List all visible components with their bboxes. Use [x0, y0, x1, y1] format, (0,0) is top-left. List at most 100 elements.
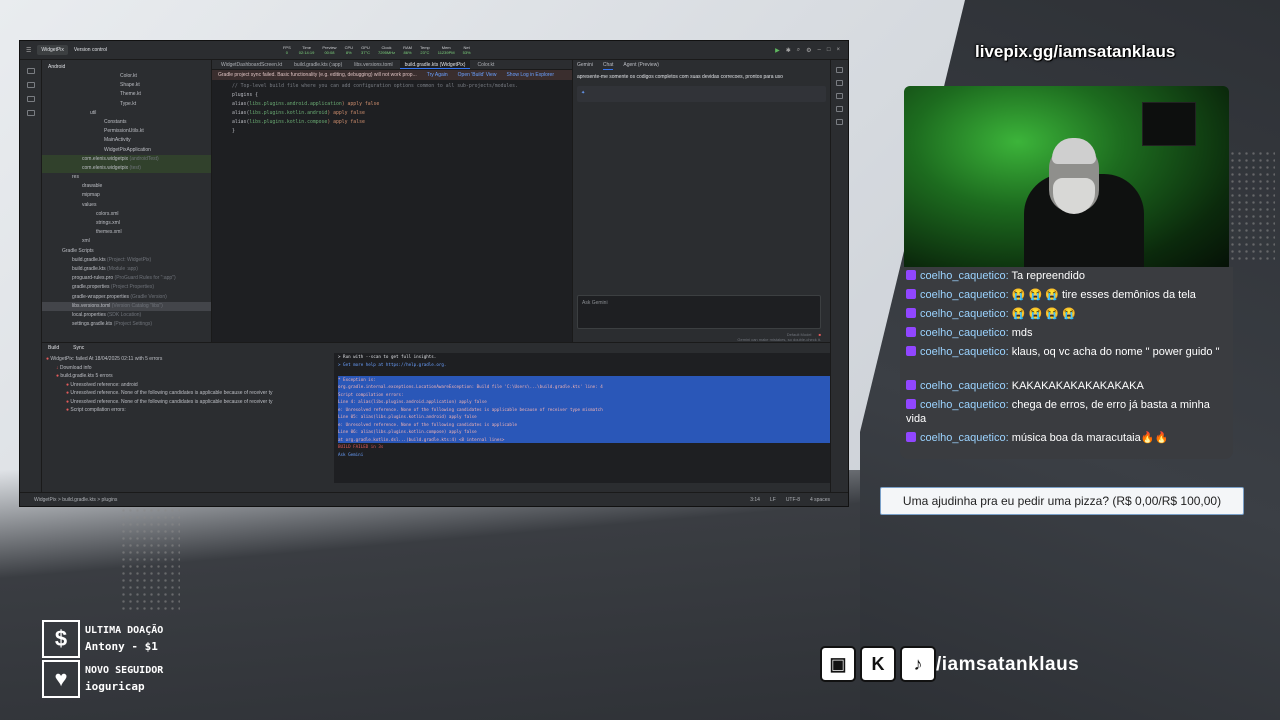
code-text: } [232, 129, 235, 134]
build-tree-item[interactable]: ● WidgetPix: failed At 18/04/2025 02:11 … [42, 355, 332, 364]
social-icons: ▣ K ♪ [820, 646, 936, 682]
folder-icon[interactable] [26, 68, 35, 74]
tree-item[interactable]: com.elenis.widgetpix (androidTest) [42, 154, 211, 164]
tree-item[interactable]: Gradle Scripts [42, 247, 211, 256]
open-build-view-link[interactable]: Open 'Build' View [458, 70, 497, 80]
tree-item[interactable]: MainActivity [42, 136, 211, 145]
stat-item: Preview 00:08 [322, 45, 336, 55]
build-output-console[interactable]: > Run with --scan to get full insights. >… [334, 353, 830, 483]
build-tree-item[interactable]: ● build.gradle.kts 5 errors [42, 372, 332, 381]
tree-item[interactable]: PermissionUtils.kt [42, 127, 211, 136]
tree-item[interactable]: xml [42, 237, 211, 246]
tree-item[interactable]: res [42, 173, 211, 182]
tree-item[interactable]: Constants [42, 118, 211, 127]
editor-tab[interactable]: WidgetDashboardScreen.kt [216, 60, 287, 69]
tab-build[interactable]: Build [48, 343, 59, 353]
gemini-tabs: Gemini Chat Agent (Preview) [573, 60, 830, 70]
stat-item: Clock 7295MHz [378, 45, 395, 55]
tree-item[interactable]: build.gradle.kts (Project: WidgetPix) [42, 256, 211, 265]
tree-item[interactable]: strings.xml [42, 219, 211, 228]
chat-box: coelho_caquetico: Ta repreendido coelho_c… [900, 267, 1233, 459]
search-icon[interactable]: ⌕ [797, 47, 800, 54]
running-devices-icon[interactable] [836, 119, 843, 125]
structure-icon[interactable] [26, 96, 35, 102]
editor-tab[interactable]: Color.kt [472, 60, 499, 69]
tree-item[interactable]: local.properties (SDK Location) [42, 311, 211, 320]
tree-item[interactable]: colors.xml [42, 210, 211, 219]
build-tree-item[interactable]: ● Script compilation errors: [42, 406, 332, 415]
build-tree-item[interactable]: ● Unresolved reference: android [42, 381, 332, 390]
commit-icon[interactable] [26, 82, 35, 88]
status-indicator[interactable]: LF [770, 497, 776, 503]
chat-text: klaus, oq vc acha do nome " power guido … [1011, 346, 1220, 358]
tree-item[interactable]: themes.xml [42, 228, 211, 237]
tree-item[interactable]: util [42, 109, 211, 118]
tab-agent[interactable]: Agent (Preview) [623, 60, 659, 70]
tree-item[interactable]: gradle.properties (Project Properties) [42, 283, 211, 292]
tree-item-label: com.elenis.widgetpix [82, 164, 129, 171]
tree-item[interactable]: proguard-rules.pro (ProGuard Rules for "… [42, 274, 211, 283]
tab-gemini[interactable]: Gemini [577, 60, 593, 70]
tree-item[interactable]: WidgetPixApplication [42, 146, 211, 155]
code-area[interactable]: // Top-level build file where you can ad… [212, 80, 572, 136]
stat-value: 02:14:19 [298, 50, 315, 55]
maximize-icon[interactable]: □ [827, 47, 831, 54]
tree-item-meta: (Gradle Version) [128, 293, 167, 300]
breadcrumb[interactable]: WidgetPix > build.gradle.kts > plugins [34, 497, 117, 503]
gradle-icon[interactable] [836, 80, 843, 86]
build-tree-item[interactable]: ↓ Download info [42, 364, 332, 373]
tree-item[interactable]: settings.gradle.kts (Project Settings) [42, 320, 211, 329]
run-icon[interactable]: ▶ [775, 47, 780, 54]
chat-text: KAKAKAKAKAKAKAKAKA [1011, 380, 1144, 392]
chat-text: 😭 😭 😭 tire esses demônios da tela [1011, 289, 1196, 301]
tree-item-meta: (androidTest) [128, 155, 159, 162]
status-bar: WidgetPix > build.gradle.kts > plugins 3… [20, 492, 848, 506]
stat-value: 00:08 [324, 50, 335, 55]
try-again-link[interactable]: Try Again [427, 70, 448, 80]
build-tree-label: build.gradle.kts [60, 373, 95, 379]
tree-item-meta: (Module :app) [105, 265, 138, 272]
tree-item[interactable]: Color.kt [42, 72, 211, 81]
tree-item[interactable]: drawable [42, 182, 211, 191]
tab-sync[interactable]: Sync [73, 343, 84, 353]
tree-item[interactable]: mipmap [42, 191, 211, 200]
project-selector[interactable]: WidgetPix [37, 45, 68, 55]
device-manager-icon[interactable] [836, 93, 843, 99]
tree-item[interactable]: Theme.kt [42, 90, 211, 99]
tree-item-meta: (Project Settings) [112, 321, 153, 328]
status-indicator[interactable]: 3:14 [750, 497, 760, 503]
project-tree-header[interactable]: Android [42, 62, 211, 72]
build-tree-item[interactable]: ● Unresolved reference. None of the foll… [42, 389, 332, 398]
tree-item[interactable]: com.elenis.widgetpix (test) [42, 163, 211, 174]
tab-chat[interactable]: Chat [602, 60, 614, 70]
debug-icon[interactable]: ✱ [786, 47, 791, 54]
chat-message: coelho_caquetico: Ta repreendido [906, 269, 1226, 283]
tree-item[interactable]: gradle-wrapper.properties (Gradle Versio… [42, 293, 211, 302]
stat-value: 0 [285, 50, 288, 55]
last-donation-label: ULTIMA DOAÇÃO [85, 625, 164, 636]
notifications-icon[interactable] [836, 67, 843, 73]
tree-item[interactable]: values [42, 201, 211, 210]
build-tree-item[interactable]: ● Unresolved reference. None of the foll… [42, 398, 332, 407]
more-icon[interactable] [26, 110, 35, 116]
editor-tab[interactable]: libs.versions.toml [349, 60, 397, 69]
tree-item[interactable]: Type.kt [42, 100, 211, 109]
minimize-icon[interactable]: – [818, 47, 821, 54]
tree-item-label: proguard-rules.pro [72, 275, 114, 282]
tree-item[interactable]: build.gradle.kts (Module :app) [42, 265, 211, 274]
gemini-input[interactable]: Ask Gemini [577, 295, 821, 329]
tree-item[interactable]: Shape.kt [42, 81, 211, 90]
tree-item[interactable]: libs.versions.toml (Version Catalog "lib… [42, 301, 211, 311]
status-indicator[interactable]: 4 spaces [810, 497, 830, 503]
editor-tab[interactable]: build.gradle.kts (WidgetPix) [399, 60, 471, 69]
console-line: * Exception is: [338, 375, 830, 383]
editor-tab[interactable]: build.gradle.kts (:app) [289, 60, 347, 69]
gear-icon[interactable]: ⚙ [806, 47, 811, 54]
build-tabs: Build Sync [42, 343, 830, 353]
gemini-icon[interactable] [836, 106, 843, 112]
show-log-link[interactable]: Show Log in Explorer [506, 70, 554, 80]
version-control-menu[interactable]: Version control [74, 47, 107, 53]
close-icon[interactable]: × [836, 47, 840, 54]
status-indicator[interactable]: UTF-8 [786, 497, 800, 503]
menu-icon[interactable]: ☰ [26, 47, 31, 54]
